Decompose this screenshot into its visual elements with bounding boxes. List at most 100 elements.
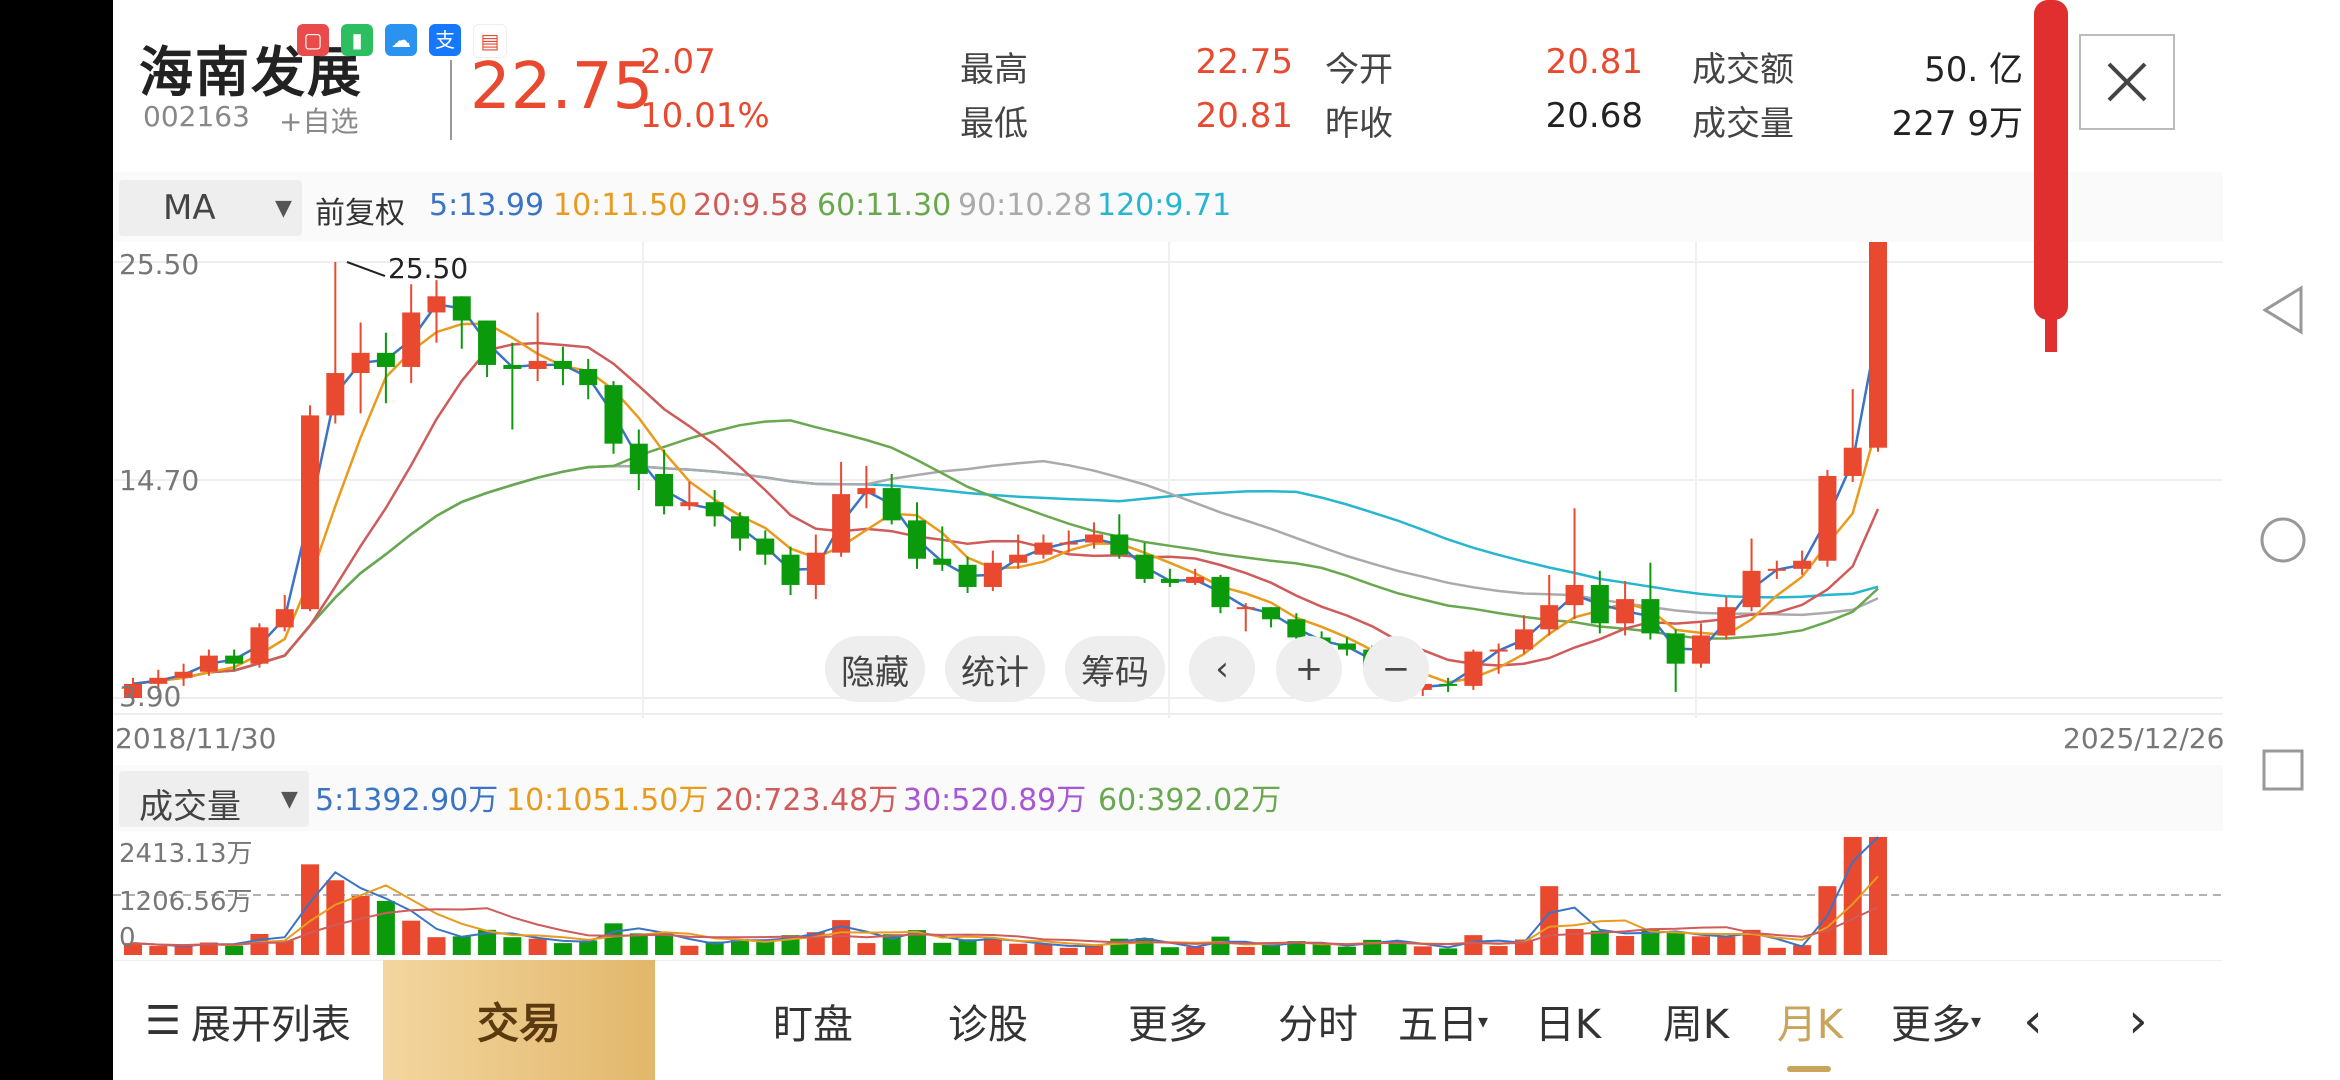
volume-chart[interactable]: 2413.13万 1206.56万 0: [113, 831, 2223, 961]
dropdown-arrow-icon: ▾: [1477, 1009, 1489, 1033]
diagnose-tab[interactable]: 诊股: [933, 961, 1043, 1080]
month-k-tab[interactable]: 月K: [1755, 961, 1865, 1080]
plus-icon: +: [1294, 649, 1324, 689]
close-button[interactable]: [2079, 34, 2175, 130]
chevron-left-icon: ‹: [2023, 993, 2043, 1049]
volume-bar: [225, 945, 244, 955]
candle-body: [781, 554, 800, 585]
chips-button[interactable]: 筹码: [1065, 636, 1165, 702]
back-icon[interactable]: [2261, 284, 2305, 336]
candle-body: [503, 364, 522, 369]
volume-bar: [604, 923, 623, 955]
peak-pointer: [346, 261, 386, 277]
huawei-badge-icon[interactable]: ▢: [297, 24, 329, 56]
menu-icon: ☰: [145, 998, 181, 1044]
candle-body: [326, 373, 345, 416]
volume-bar: [857, 943, 876, 955]
watch-tab[interactable]: 盯盘: [758, 961, 868, 1080]
scroll-left-button[interactable]: ‹: [1189, 636, 1255, 702]
price-change: 2.07: [640, 42, 716, 82]
volume-label: 成交量: [1692, 104, 1794, 144]
candle-body: [958, 564, 977, 587]
volume-bar: [174, 946, 193, 955]
candle-body: [1464, 651, 1483, 686]
volume-bar: [1666, 933, 1685, 955]
volume-bar: [1590, 930, 1609, 955]
day-k-tab[interactable]: 日K: [1513, 961, 1623, 1080]
intraday-tab[interactable]: 分时: [1263, 961, 1373, 1080]
add-favorite-button[interactable]: +自选: [279, 100, 358, 140]
week-k-tab[interactable]: 周K: [1641, 961, 1751, 1080]
candle-body: [983, 562, 1002, 587]
candle-body: [907, 520, 926, 559]
chevron-right-icon: ›: [2128, 993, 2148, 1049]
volume-bar: [1160, 947, 1179, 955]
volume-bar: [528, 938, 547, 955]
candle-body: [1236, 607, 1255, 610]
weather-badge-icon[interactable]: ☁: [385, 24, 417, 56]
price-change-percent: 10.01%: [640, 96, 770, 136]
alipay-badge-icon[interactable]: 支: [429, 24, 461, 56]
dropdown-arrow-icon: ▼: [275, 196, 292, 221]
wechat-badge-icon[interactable]: ▮: [341, 24, 373, 56]
ma60-value: 60:11.30: [817, 188, 952, 223]
expand-list-label: 展开列表: [190, 1002, 351, 1048]
stats-button[interactable]: 统计: [945, 636, 1045, 702]
candle-body: [1262, 607, 1281, 620]
candle-body: [1616, 599, 1635, 624]
five-day-tab[interactable]: 五日 ▾: [1388, 961, 1498, 1080]
volume-bar: [1869, 837, 1887, 955]
candle-body: [301, 415, 320, 610]
ma90-value: 90:10.28: [958, 188, 1093, 223]
volume-bar: [250, 933, 269, 955]
candle-body: [680, 502, 699, 507]
trade-button[interactable]: 交易: [383, 960, 655, 1080]
candle-body: [1843, 447, 1862, 476]
home-icon[interactable]: [2259, 516, 2307, 564]
indicator-select[interactable]: MA ▼: [119, 180, 302, 236]
candle-body: [1540, 605, 1559, 630]
candle-body: [1085, 534, 1104, 543]
amount-label: 成交额: [1692, 50, 1794, 90]
current-price: 22.75: [470, 50, 654, 124]
candle-body: [199, 655, 218, 672]
volume-bar: [1312, 944, 1331, 955]
adjust-mode[interactable]: 前复权: [315, 188, 405, 232]
candle-body: [1641, 599, 1660, 634]
candle-body: [730, 516, 749, 539]
y-axis-high: 25.50: [119, 248, 200, 281]
volume-bar: [1489, 946, 1508, 955]
candle-body: [1059, 542, 1078, 545]
candle-body: [1514, 629, 1533, 650]
volume-bar: [983, 938, 1002, 955]
recent-apps-icon[interactable]: [2261, 748, 2305, 792]
stock-code: 002163: [143, 100, 250, 133]
next-period-button[interactable]: ›: [2108, 961, 2168, 1080]
ma20-value: 20:9.58: [693, 188, 809, 223]
volume-bar: [1236, 946, 1255, 955]
vol-ma30: 30:520.89万: [903, 783, 1087, 818]
candle-body: [1337, 643, 1356, 650]
amount-value: 50. 亿: [1924, 50, 2023, 90]
candle-body: [1009, 554, 1028, 563]
volume-bar: [629, 933, 648, 955]
quote-header: 海南发展 ▢ ▮ ☁ 支 ▤ 002163 +自选 22.75 2.07 10.…: [113, 0, 2223, 172]
prev-period-button[interactable]: ‹: [2003, 961, 2063, 1080]
zoom-out-button[interactable]: −: [1363, 636, 1429, 702]
volume-bar: [1186, 946, 1205, 955]
expand-list-button[interactable]: ☰ 展开列表: [133, 961, 363, 1080]
candle-body: [351, 352, 370, 374]
dropdown-arrow-icon: ▼: [281, 787, 298, 812]
active-tab-indicator: [1787, 1066, 1831, 1072]
zoom-in-button[interactable]: +: [1276, 636, 1342, 702]
chevron-left-icon: ‹: [1215, 649, 1229, 689]
kline-chart[interactable]: 25.50 14.70 3.90 25.50: [113, 205, 2223, 718]
hide-button[interactable]: 隐藏: [825, 636, 925, 702]
volume-bar: [376, 900, 395, 955]
volume-bar: [1337, 946, 1356, 955]
volume-bar: [427, 937, 446, 955]
more-period-tab[interactable]: 更多 ▾: [1881, 961, 1991, 1080]
more-tab[interactable]: 更多: [1113, 961, 1223, 1080]
volume-select[interactable]: 成交量 ▼: [119, 771, 309, 827]
volume-value: 227 9万: [1891, 104, 2023, 144]
